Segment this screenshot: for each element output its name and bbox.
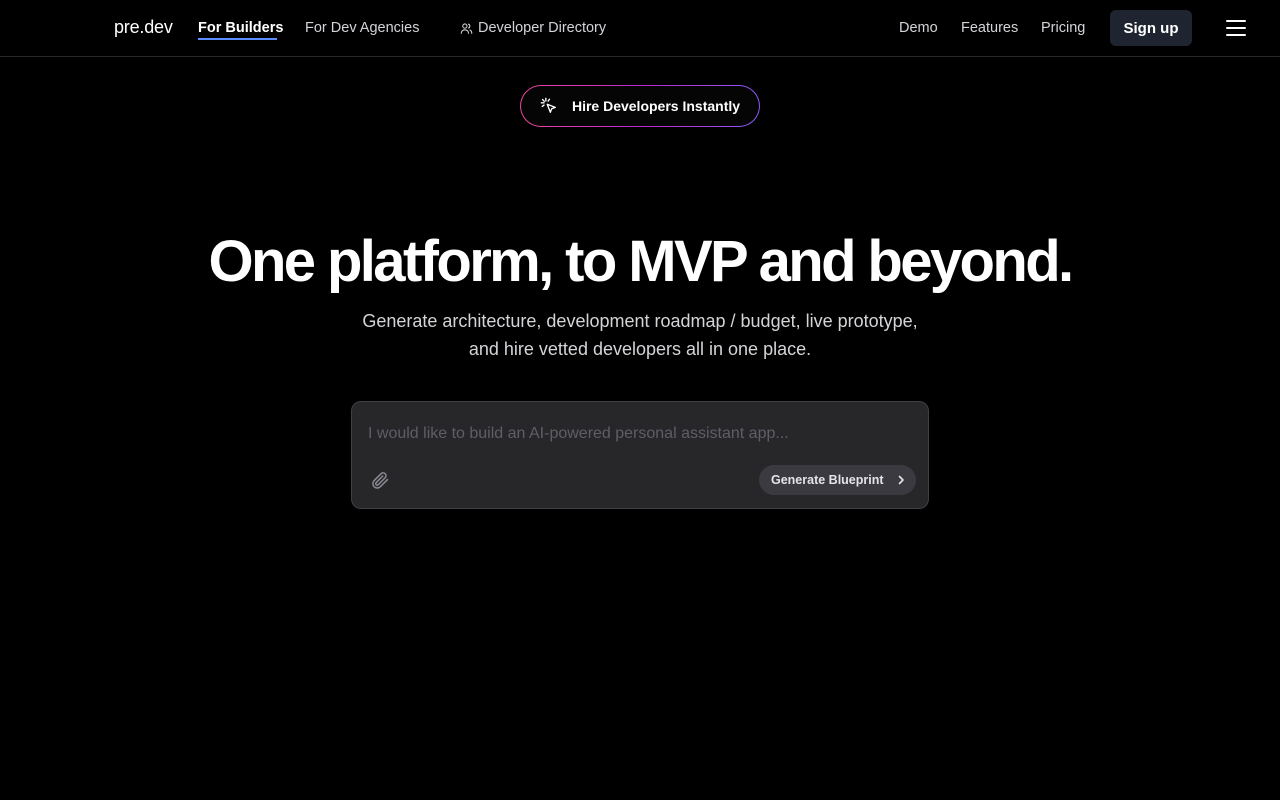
idea-prompt-box: Generate Blueprint: [351, 401, 929, 509]
idea-prompt-input[interactable]: [368, 422, 908, 446]
generate-blueprint-label: Generate Blueprint: [771, 473, 884, 487]
nav-features[interactable]: Features: [961, 20, 1018, 36]
generate-blueprint-button[interactable]: Generate Blueprint: [759, 465, 916, 495]
hire-developers-pill[interactable]: Hire Developers Instantly: [520, 85, 760, 127]
hero-subtitle-line-1: Generate architecture, development roadm…: [362, 311, 918, 331]
cursor-click-icon: [540, 97, 556, 113]
hire-developers-label: Hire Developers Instantly: [571, 98, 741, 114]
nav-for-builders[interactable]: For Builders: [198, 20, 283, 36]
users-icon: [460, 22, 473, 34]
active-nav-underline: [198, 38, 277, 40]
hero-subtitle: Generate architecture, development roadm…: [0, 307, 1280, 363]
paperclip-icon[interactable]: [370, 470, 390, 490]
hamburger-menu-icon[interactable]: [1224, 17, 1248, 39]
top-navigation-bar: pre.dev For Builders For Dev Agencies De…: [0, 0, 1280, 57]
nav-developer-directory-label: Developer Directory: [478, 20, 607, 36]
site-logo[interactable]: pre.dev: [114, 17, 173, 38]
nav-developer-directory[interactable]: Developer Directory: [460, 20, 606, 36]
chevron-right-icon: [898, 475, 904, 485]
hero-headline: One platform, to MVP and beyond.: [208, 229, 1074, 294]
nav-demo[interactable]: Demo: [899, 20, 938, 36]
hero-subtitle-line-2: and hire vetted developers all in one pl…: [468, 339, 812, 359]
nav-for-dev-agencies[interactable]: For Dev Agencies: [305, 20, 419, 36]
sign-up-button[interactable]: Sign up: [1110, 10, 1192, 46]
nav-pricing[interactable]: Pricing: [1041, 20, 1085, 36]
